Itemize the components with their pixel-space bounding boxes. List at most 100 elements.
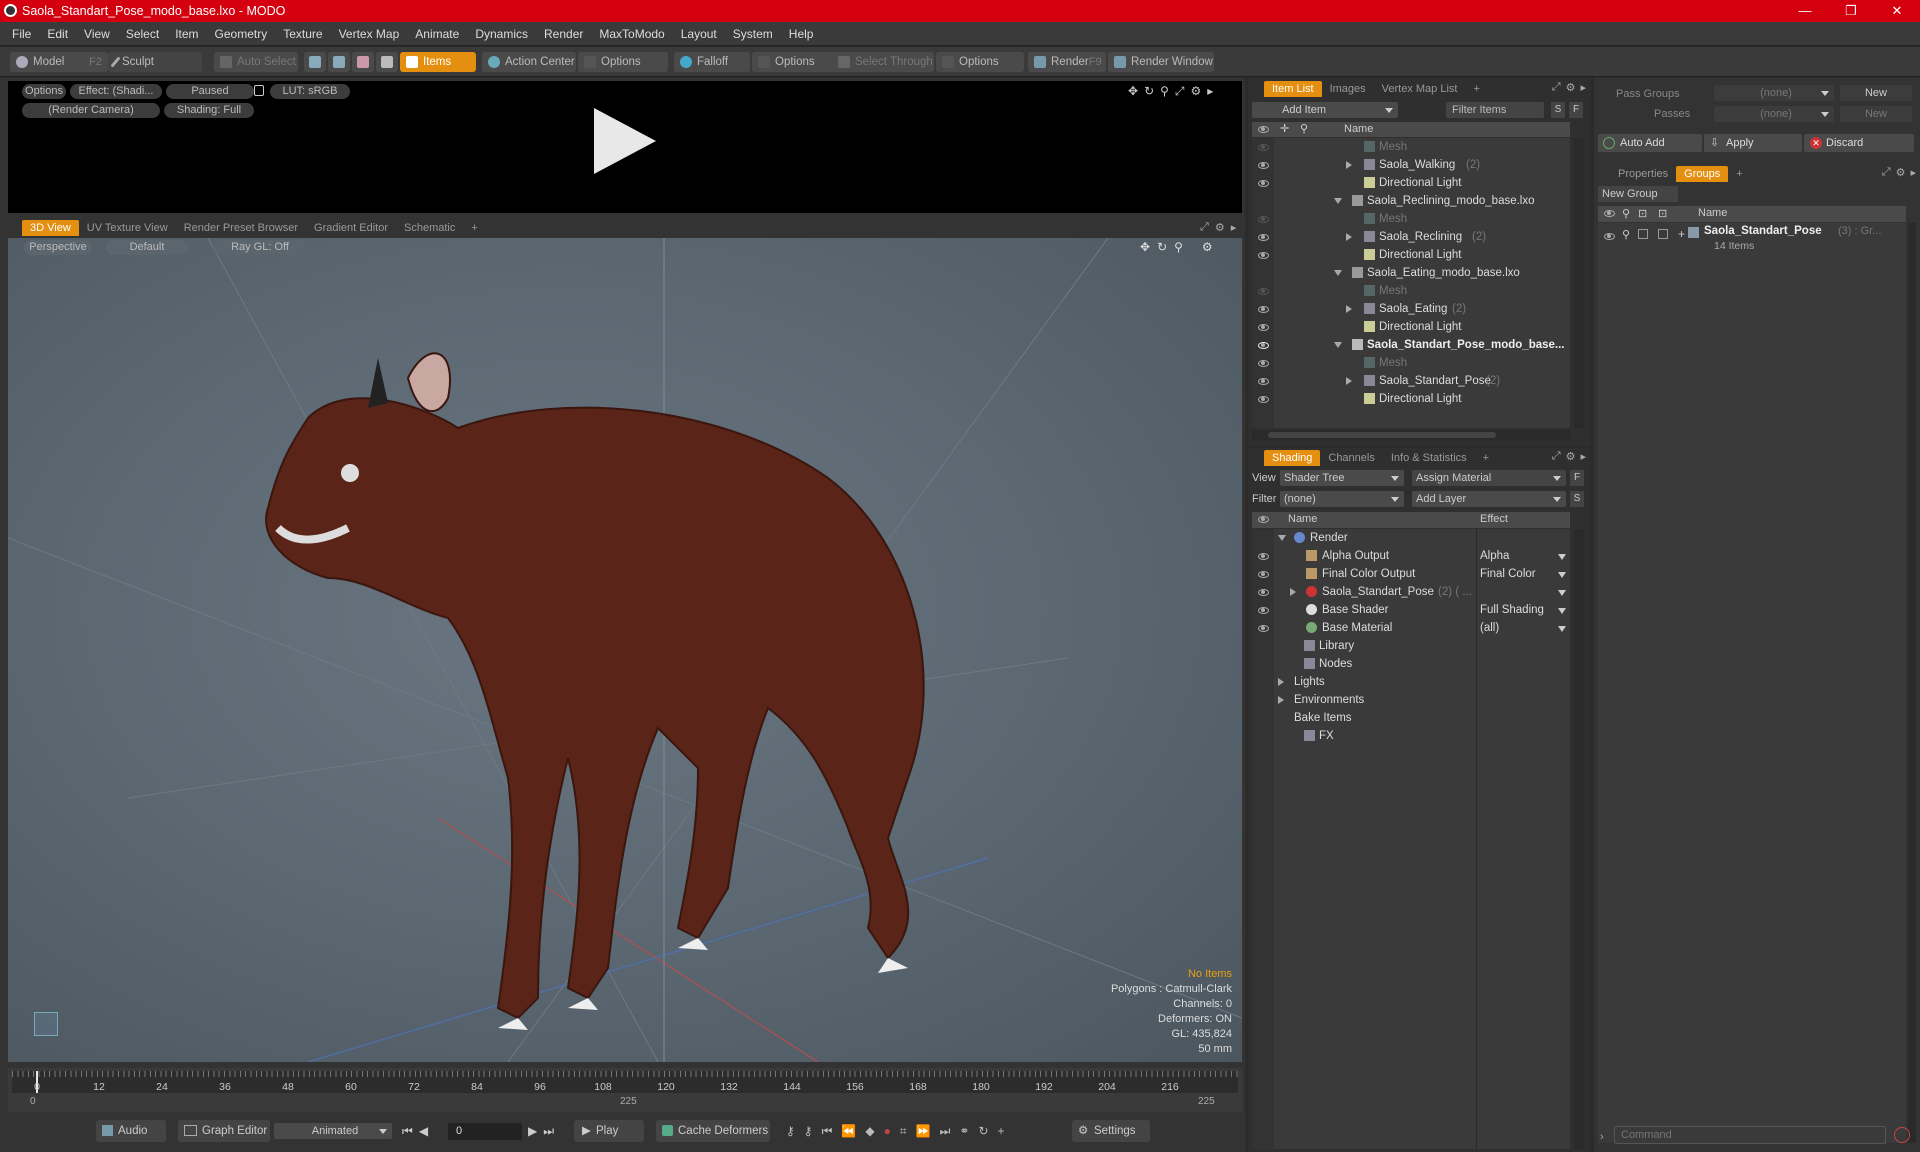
plus-icon[interactable]: + [998,1124,1005,1139]
tab-vertex-map-list[interactable]: Vertex Map List [1374,81,1466,97]
menu-layout[interactable]: Layout [673,27,725,41]
skip-end-icon[interactable]: ⏭ [543,1124,554,1139]
shading-filter-dropdown[interactable]: (none) [1280,491,1404,507]
visibility-eye-icon[interactable] [1258,396,1269,403]
menu-edit[interactable]: Edit [39,27,76,41]
shading-s-button[interactable]: S [1570,491,1584,507]
tab-gradient-editor[interactable]: Gradient Editor [306,220,396,236]
item-row[interactable]: Mesh [1252,138,1570,156]
pass-groups-dropdown[interactable]: (none) [1714,85,1834,101]
panel-expand-icon[interactable]: ▸ [1910,166,1916,179]
render-camera-dropdown[interactable]: (Render Camera) [22,103,160,118]
visibility-eye-icon[interactable] [1604,233,1615,240]
menu-vertex-map[interactable]: Vertex Map [331,27,408,41]
viewport-gear-icon[interactable]: ⚙ [1215,221,1225,234]
lut-dropdown[interactable]: LUT: sRGB [270,84,350,99]
group-row[interactable]: ⚲ + Saola_Standart_Pose (3) : Gr... 14 I… [1598,223,1906,263]
new-pass-button[interactable]: New [1840,106,1912,122]
lock-icon[interactable] [254,85,264,96]
shader-row[interactable]: Nodes [1252,655,1570,673]
sculpt-mode-button[interactable]: Sculpt [108,52,202,72]
expand-arrow-icon[interactable] [1278,696,1284,704]
prev-key2-icon[interactable]: ⏪ [841,1124,856,1139]
tab-shading[interactable]: Shading [1264,450,1321,466]
menu-item[interactable]: Item [167,27,206,41]
panel-gear-icon[interactable]: ⚙ [1566,450,1576,463]
model-mode-button[interactable]: Model F2 [10,52,108,72]
item-list-hscrollbar[interactable] [1252,430,1570,440]
prev-frame-icon[interactable]: ◀ [419,1124,428,1139]
shading-f-button[interactable]: F [1570,470,1584,486]
add-tab-button[interactable]: + [1475,450,1497,466]
shader-row[interactable]: Saola_Standart_Pose (2) ( ... [1252,583,1570,601]
visibility-eye-icon[interactable] [1258,553,1269,560]
paused-button[interactable]: Paused [166,84,254,99]
shader-row[interactable]: FX [1252,727,1570,745]
menu-view[interactable]: View [76,27,118,41]
perspective-dropdown[interactable]: Perspective [24,240,92,255]
link-icon[interactable]: ⚭ [959,1124,969,1139]
next-key2-icon[interactable]: ⏭ [940,1124,951,1139]
maximize-panel-icon[interactable]: ⤢ [1882,166,1891,179]
passes-dropdown[interactable]: (none) [1714,106,1834,122]
tab-schematic[interactable]: Schematic [396,220,463,236]
item-row[interactable]: Saola_Standart_Pose (2) [1252,372,1570,390]
select-checkbox[interactable] [1658,229,1668,239]
maximize-panel-icon[interactable]: ⤢ [1552,450,1561,463]
auto-key-icon[interactable]: ⌗ [900,1124,907,1139]
expand-plus-icon[interactable]: + [1678,227,1685,241]
command-expand-icon[interactable]: › [1600,1131,1604,1143]
render-window-button[interactable]: Render Window [1108,52,1214,72]
visibility-eye-icon[interactable] [1258,252,1269,259]
shader-row[interactable]: Render [1252,529,1570,547]
visibility-eye-icon[interactable] [1258,306,1269,313]
audio-button[interactable]: Audio [96,1120,166,1142]
menu-geometry[interactable]: Geometry [207,27,276,41]
add-tab-button[interactable]: + [1728,166,1750,182]
panel-gear-icon[interactable]: ⚙ [1566,81,1576,94]
rotate-icon[interactable]: ↻ [1157,240,1167,254]
select-through-options-button[interactable]: Options [936,52,1024,72]
maximize-button[interactable]: ❐ [1828,0,1874,22]
new-pass-group-button[interactable]: New [1840,85,1912,101]
visibility-eye-icon[interactable] [1258,216,1269,223]
tab-channels[interactable]: Channels [1320,450,1382,466]
expand-arrow-icon[interactable] [1278,678,1284,686]
render-toggle-icon[interactable]: ⚲ [1622,228,1630,241]
gear-icon[interactable]: ⚙ [1191,84,1202,99]
assign-material-button[interactable]: Assign Material [1412,470,1566,486]
command-history-icon[interactable] [1894,1127,1910,1143]
filter-f-button[interactable]: F [1569,102,1583,118]
visibility-eye-icon[interactable] [1258,360,1269,367]
visibility-eye-icon[interactable] [1258,144,1269,151]
visibility-eye-icon[interactable] [1258,607,1269,614]
visibility-eye-icon[interactable] [1258,571,1269,578]
item-row[interactable]: Saola_Reclining (2) [1252,228,1570,246]
shader-tree-vscrollbar[interactable] [1574,529,1584,1149]
item-row[interactable]: Saola_Eating_modo_base.lxo [1252,264,1570,282]
collapse-arrow-icon[interactable] [1334,198,1342,204]
command-input[interactable] [1614,1126,1886,1144]
animated-dropdown[interactable]: Animated [274,1123,392,1139]
item-row[interactable]: Directional Light [1252,318,1570,336]
item-row[interactable]: Mesh [1252,354,1570,372]
action-center-options-button[interactable]: Options [578,52,668,72]
expand-arrow-icon[interactable] [1346,233,1352,241]
shader-view-dropdown[interactable]: Shader Tree [1280,470,1404,486]
visibility-eye-icon[interactable] [1258,180,1269,187]
item-row[interactable]: Saola_Eating (2) [1252,300,1570,318]
shader-row[interactable]: Alpha Output Alpha [1252,547,1570,565]
shader-row[interactable]: Environments [1252,691,1570,709]
effect-dropdown-arrow-icon[interactable] [1558,572,1566,578]
rotate-icon[interactable]: ↻ [1144,84,1154,99]
menu-render[interactable]: Render [536,27,591,41]
shader-row[interactable]: Library [1252,637,1570,655]
tab-groups[interactable]: Groups [1676,166,1729,182]
visibility-eye-icon[interactable] [1258,625,1269,632]
maximize-view-icon[interactable]: ⤢ [1175,84,1185,99]
maximize-viewport-icon[interactable]: ⤢ [1200,221,1209,234]
groups-vscrollbar[interactable] [1908,223,1916,1143]
menu-texture[interactable]: Texture [275,27,330,41]
zoom-icon[interactable]: ⚲ [1160,84,1169,99]
lock-checkbox[interactable] [1638,229,1648,239]
